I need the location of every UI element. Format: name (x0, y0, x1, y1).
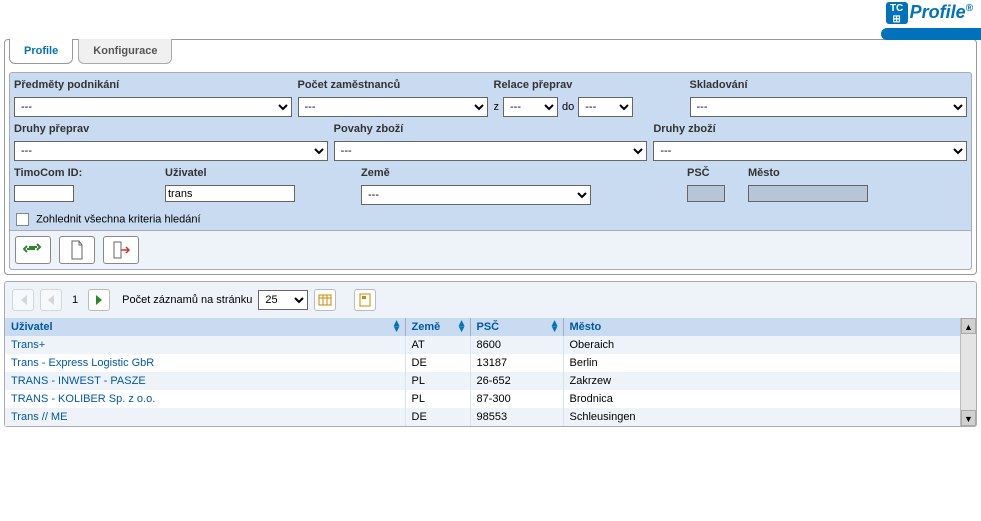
logo-icon: TC⊞ (886, 2, 908, 24)
input-uzivatel[interactable] (165, 185, 295, 202)
first-icon (18, 295, 28, 305)
pager-detail-button[interactable] (354, 289, 376, 311)
input-psc (687, 185, 725, 202)
table-row[interactable]: TRANS - INWEST - PASZEPL26-652Zakrzew (5, 372, 976, 390)
cell-zeme: AT (405, 336, 470, 354)
select-druhy-preprav[interactable]: --- (14, 141, 328, 161)
label-timocom: TimoCom ID: (14, 165, 159, 181)
label-relace-z: z (494, 101, 500, 113)
checkbox-zohlednit[interactable] (16, 213, 29, 226)
pager-next[interactable] (88, 289, 110, 311)
select-relace-z[interactable]: --- (503, 97, 558, 117)
table-row[interactable]: TRANS - KOLIBER Sp. z o.o.PL87-300Brodni… (5, 390, 976, 408)
tab-profile[interactable]: Profile (9, 39, 73, 64)
scroll-up-icon[interactable]: ▲ (961, 318, 976, 334)
action-toolbar (10, 230, 971, 269)
label-druhy-preprav: Druhy přeprav (14, 121, 328, 137)
card-icon (359, 293, 371, 307)
cell-mesto: Brodnica (563, 390, 976, 408)
label-zeme: Země (361, 165, 681, 181)
input-timocom[interactable] (14, 185, 74, 202)
table-row[interactable]: Trans+AT8600Oberaich (5, 336, 976, 354)
tab-bar: Profile Konfigurace (9, 39, 972, 67)
select-druhy-zbozi[interactable]: --- (653, 141, 967, 161)
app-header: TC⊞Profile® (0, 0, 981, 35)
exit-button[interactable] (103, 236, 139, 264)
cell-zeme: DE (405, 408, 470, 426)
new-button[interactable] (59, 236, 95, 264)
cell-mesto: Oberaich (563, 336, 976, 354)
sort-icon: ▲▼ (392, 321, 402, 333)
cell-psc: 8600 (470, 336, 563, 354)
select-relace-do[interactable]: --- (578, 97, 633, 117)
pager-records-label: Počet záznamů na stránku (122, 294, 252, 306)
sort-icon: ▲▼ (550, 321, 560, 333)
col-header-mesto[interactable]: Město▲▼ (563, 318, 976, 336)
main-container: Profile Konfigurace Předměty podnikání P… (4, 39, 977, 275)
cell-psc: 26-652 (470, 372, 563, 390)
vertical-scrollbar[interactable]: ▲ ▼ (960, 318, 976, 426)
select-zeme[interactable]: --- (361, 185, 591, 205)
results-table-wrap: Uživatel▲▼ Země▲▼ PSČ▲▼ Město▲▼ Trans+AT… (5, 318, 976, 426)
col-header-uzivatel[interactable]: Uživatel▲▼ (5, 318, 405, 336)
label-skladovani: Skladování (690, 77, 968, 93)
pager-page: 1 (68, 294, 82, 306)
cell-mesto: Berlin (563, 354, 976, 372)
logo: TC⊞Profile® (886, 2, 973, 24)
select-povahy[interactable]: --- (334, 141, 648, 161)
label-uzivatel: Uživatel (165, 165, 355, 181)
label-druhy-zbozi: Druhy zboží (653, 121, 967, 137)
table-row[interactable]: Trans - Express Logistic GbRDE13187Berli… (5, 354, 976, 372)
input-mesto (748, 185, 868, 202)
prev-icon (47, 295, 55, 305)
cell-psc: 13187 (470, 354, 563, 372)
tab-config[interactable]: Konfigurace (78, 39, 172, 64)
pager-first[interactable] (12, 289, 34, 311)
cell-uzivatel[interactable]: Trans+ (5, 336, 405, 354)
pager-prev[interactable] (40, 289, 62, 311)
sort-icon: ▲▼ (457, 321, 467, 333)
cell-uzivatel[interactable]: Trans - Express Logistic GbR (5, 354, 405, 372)
results-table: Uživatel▲▼ Země▲▼ PSČ▲▼ Město▲▼ Trans+AT… (5, 318, 976, 426)
label-zohlednit: Zohlednit všechna kriteria hledání (36, 213, 200, 225)
cell-zeme: DE (405, 354, 470, 372)
label-psc: PSČ (687, 165, 742, 181)
cell-zeme: PL (405, 390, 470, 408)
exit-icon (111, 240, 131, 260)
select-skladovani[interactable]: --- (690, 97, 968, 117)
refresh-icon (23, 241, 43, 259)
label-povahy: Povahy zboží (334, 121, 648, 137)
cell-uzivatel[interactable]: Trans // ME (5, 408, 405, 426)
label-mesto: Město (748, 165, 967, 181)
results-panel: 1 Počet záznamů na stránku 25 Uživatel▲▼… (4, 281, 977, 427)
cell-uzivatel[interactable]: TRANS - KOLIBER Sp. z o.o. (5, 390, 405, 408)
cell-psc: 87-300 (470, 390, 563, 408)
cell-zeme: PL (405, 372, 470, 390)
label-predmety: Předměty podnikání (14, 77, 292, 93)
pager: 1 Počet záznamů na stránku 25 (5, 282, 976, 318)
scroll-down-icon[interactable]: ▼ (961, 410, 976, 426)
next-icon (95, 295, 103, 305)
select-per-page[interactable]: 25 (258, 290, 308, 310)
cell-uzivatel[interactable]: TRANS - INWEST - PASZE (5, 372, 405, 390)
select-predmety[interactable]: --- (14, 97, 292, 117)
cell-mesto: Zakrzew (563, 372, 976, 390)
table-row[interactable]: Trans // MEDE98553Schleusingen (5, 408, 976, 426)
label-pocet: Počet zaměstnanců (298, 77, 488, 93)
col-header-zeme[interactable]: Země▲▼ (405, 318, 470, 336)
select-pocet[interactable]: --- (298, 97, 488, 117)
cell-mesto: Schleusingen (563, 408, 976, 426)
table-icon (318, 294, 332, 306)
label-relace-do: do (562, 101, 574, 113)
checkbox-row: Zohlednit všechna kriteria hledání (14, 209, 967, 230)
label-relace: Relace přeprav (494, 77, 684, 93)
document-icon (69, 240, 85, 260)
refresh-button[interactable] (15, 236, 51, 264)
cell-psc: 98553 (470, 408, 563, 426)
filter-panel: Předměty podnikání Počet zaměstnanců Rel… (9, 72, 972, 270)
col-header-psc[interactable]: PSČ▲▼ (470, 318, 563, 336)
pager-settings-button[interactable] (314, 289, 336, 311)
